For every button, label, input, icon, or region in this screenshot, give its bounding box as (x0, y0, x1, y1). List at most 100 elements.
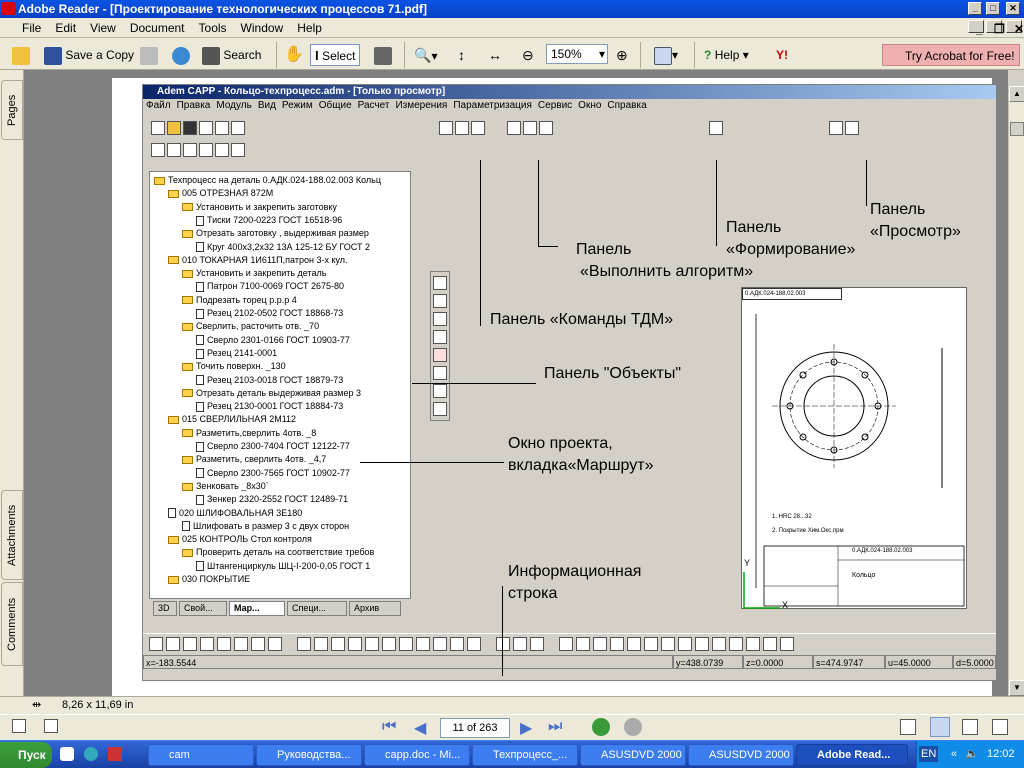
pages-tab[interactable]: Pages (1, 80, 23, 140)
scroll-down-button[interactable]: ▼ (1009, 680, 1024, 696)
tree-node[interactable]: Зенкер 2320-2552 ГОСТ 12489-71 (196, 493, 348, 506)
doc-close-button[interactable]: ✕ (1006, 20, 1024, 35)
tree-node[interactable]: Тиски 7200-0223 ГОСТ 16518-96 (196, 214, 342, 227)
select-tool-button[interactable]: 𝐈 Select (310, 44, 361, 66)
tree-node[interactable]: Сверлить, расточить отв. _70 (182, 320, 319, 333)
tree-node[interactable]: Техпроцесс на деталь 0.АДК.024-188.02.00… (154, 174, 381, 187)
tab-archive[interactable]: Архив (349, 601, 401, 616)
hand-tool-button[interactable]: ✋ (284, 44, 304, 66)
email-button[interactable] (172, 44, 190, 66)
tree-node[interactable]: 005 ОТРЕЗНАЯ 872М (168, 187, 273, 200)
menu-help[interactable]: Help (290, 18, 329, 35)
page-number-input[interactable]: 11 of 263 (440, 718, 510, 738)
tree-node[interactable]: Штангенциркуль ШЦ-I-200-0,05 ГОСТ 1 (196, 560, 370, 573)
tab-properties[interactable]: Свой... (179, 601, 227, 616)
task-asusdvd-2[interactable]: ASUSDVD 2000 (688, 744, 794, 766)
tree-node[interactable]: Установить и закрепить деталь (182, 267, 326, 280)
project-tree[interactable]: Техпроцесс на деталь 0.АДК.024-188.02.00… (149, 171, 411, 599)
tree-node[interactable]: 010 ТОКАРНАЯ 1И611П,патрон 3-х кул. (168, 254, 348, 267)
language-indicator[interactable]: EN (919, 746, 939, 762)
volume-icon[interactable]: 🔈 (965, 741, 979, 768)
tree-node[interactable]: 030 ПОКРЫТИЕ (168, 573, 250, 586)
last-page-button[interactable]: ⏭ (548, 718, 562, 736)
vertical-scrollbar[interactable]: ▲ ▼ (1008, 86, 1024, 696)
menu-file[interactable]: File (0, 18, 48, 35)
menu-edit[interactable]: Edit (48, 18, 83, 35)
tree-node[interactable]: Отрезать заготовку , выдерживая размер (182, 227, 369, 240)
continuous-facing-button[interactable] (992, 719, 1008, 735)
facing-button[interactable] (962, 719, 978, 735)
doc-minimize-button[interactable]: _ (968, 20, 984, 35)
zoom-tool-button[interactable]: 🔍▾ (414, 44, 437, 66)
task-asusdvd-1[interactable]: ASUSDVD 2000 (580, 744, 686, 766)
save-copy-button[interactable]: Save a Copy (44, 44, 134, 66)
tab-route[interactable]: Мар... (229, 601, 285, 616)
tree-node[interactable]: Подрезать торец р.р.р 4 (182, 294, 297, 307)
tree-node[interactable]: Разметить, сверлить 4отв. _4,7 (182, 453, 326, 466)
scroll-up-button[interactable]: ▲ (1009, 86, 1024, 102)
tree-node[interactable]: Патрон 7100-0069 ГОСТ 2675-80 (196, 280, 344, 293)
ie-icon[interactable] (84, 747, 98, 761)
tree-node[interactable]: Сверло 2301-0166 ГОСТ 10903-77 (196, 334, 350, 347)
tree-node[interactable]: Резец 2102-0502 ГОСТ 18868-73 (196, 307, 343, 320)
tree-node[interactable]: 025 КОНТРОЛЬ Стол контроля (168, 533, 312, 546)
tree-node[interactable]: Резец 2141-0001 (196, 347, 277, 360)
zoom-in-button[interactable]: ⊕ (616, 44, 628, 66)
menu-tools[interactable]: Tools (192, 18, 234, 35)
tree-node[interactable]: 020 ШЛИФОВАЛЬНАЯ 3Е180 (168, 507, 302, 520)
search-button[interactable]: Search (202, 44, 261, 66)
go-back-button[interactable] (592, 718, 610, 736)
attachments-tab[interactable]: Attachments (1, 490, 23, 580)
zoom-select[interactable]: 150% ▾ (546, 44, 608, 64)
snapshot-button[interactable] (374, 44, 392, 66)
yahoo-button[interactable]: Y! (776, 44, 788, 66)
tree-node[interactable]: Отрезать деталь выдерживая размер 3 (182, 387, 361, 400)
task-guides[interactable]: Руководства... (256, 744, 362, 766)
fit-page-button[interactable]: ↕ (458, 44, 465, 66)
comments-tab[interactable]: Comments (1, 582, 23, 666)
doc-restore-button[interactable]: ❐ (986, 20, 1005, 35)
tree-node[interactable]: Точить поверхн. _130 (182, 360, 286, 373)
task-process[interactable]: Техпроцесс_... (472, 744, 578, 766)
tree-node[interactable]: Зенковать _8х30` (182, 480, 269, 493)
tab-3d[interactable]: 3D (153, 601, 177, 616)
open-button[interactable] (12, 44, 30, 66)
maximize-button[interactable]: □ (986, 2, 1000, 15)
help-button[interactable]: ? Help ▾ (704, 44, 749, 66)
print-button[interactable] (140, 44, 158, 66)
tree-node[interactable]: Проверить деталь на соответствие требов (182, 546, 374, 559)
tree-node[interactable]: Сверло 2300-7404 ГОСТ 12122-77 (196, 440, 350, 453)
minimize-button[interactable]: _ (968, 2, 982, 15)
tree-node[interactable]: Установить и закрепить заготовку (182, 201, 337, 214)
menu-view[interactable]: View (83, 18, 123, 35)
zoom-out-button[interactable]: ⊖ (522, 44, 534, 66)
menu-document[interactable]: Document (123, 18, 192, 35)
nav-doc-icon[interactable] (44, 719, 58, 733)
task-adobe-reader[interactable]: Adobe Read... (796, 744, 908, 766)
task-word[interactable]: capp.doc - Mi... (364, 744, 470, 766)
tree-node[interactable]: Сверло 2300-7565 ГОСТ 10902-77 (196, 467, 350, 480)
go-forward-button[interactable] (624, 718, 642, 736)
tree-node[interactable]: Разметить,сверлить 4отв. _8 (182, 427, 316, 440)
try-acrobat-button[interactable]: Try Acrobat for Free! (882, 44, 1020, 66)
tree-node[interactable]: Шлифовать в размер 3 с двух сторон (182, 520, 349, 533)
quicklaunch-icon[interactable] (60, 747, 74, 761)
rotate-button[interactable]: ▾ (654, 44, 678, 66)
fit-width-button[interactable]: ↔ (488, 44, 502, 66)
nav-left-icon[interactable] (12, 719, 26, 733)
scroll-thumb[interactable] (1010, 122, 1024, 136)
single-page-button[interactable] (900, 719, 916, 735)
next-page-button[interactable]: ▶ (520, 718, 532, 738)
expand-icon[interactable]: ⇹ (32, 698, 41, 711)
tab-spec[interactable]: Специ... (287, 601, 347, 616)
tray-expand-icon[interactable]: « (951, 741, 957, 768)
tree-node[interactable]: Резец 2103-0018 ГОСТ 18879-73 (196, 374, 343, 387)
tree-node[interactable]: Резец 2130-0001 ГОСТ 18884-73 (196, 400, 343, 413)
task-cam[interactable]: cam (148, 744, 254, 766)
previous-page-button[interactable]: ◀ (414, 718, 426, 738)
quicklaunch-icon[interactable] (108, 747, 122, 761)
tree-node[interactable]: 015 СВЕРЛИЛЬНАЯ 2М112 (168, 413, 296, 426)
continuous-button[interactable] (930, 717, 950, 737)
close-button[interactable]: ✕ (1006, 2, 1020, 15)
menu-window[interactable]: Window (234, 18, 291, 35)
